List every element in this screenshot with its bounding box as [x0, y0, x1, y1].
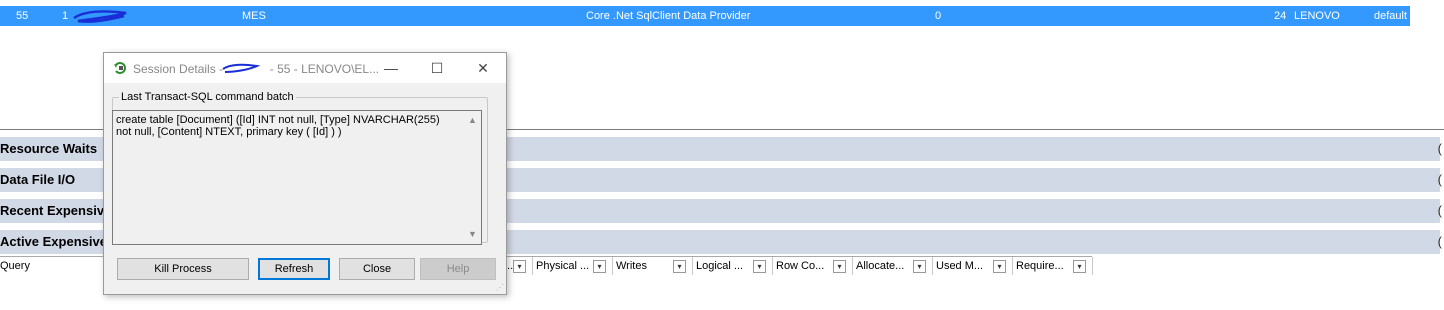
application-cell: Core .Net SqlClient Data Provider: [586, 10, 750, 22]
dialog-titlebar[interactable]: Session Details - - 55 - LENOVO\EL... — …: [104, 53, 506, 83]
resize-grip-icon[interactable]: ⋰: [496, 283, 504, 292]
expand-toggle-icon[interactable]: (: [1438, 141, 1442, 156]
filter-dropdown-icon[interactable]: ▾: [673, 260, 686, 273]
sql-text-box[interactable]: create table [Document] ([Id] INT not nu…: [112, 110, 482, 245]
filter-dropdown-icon[interactable]: ▾: [513, 260, 526, 273]
redacted-title-scribble: [222, 61, 260, 75]
refresh-button[interactable]: Refresh: [258, 258, 330, 280]
close-button[interactable]: Close: [339, 258, 415, 280]
host-prefix-cell: 24: [1274, 10, 1286, 22]
value-cell: 0: [935, 10, 941, 22]
redacted-login-scribble: [72, 7, 132, 25]
scroll-down-icon[interactable]: ▼: [468, 229, 477, 239]
column-header-required[interactable]: Require... ▾: [1012, 257, 1093, 275]
sql-vertical-scrollbar[interactable]: ▲ ▼: [464, 111, 481, 244]
session-details-app-icon: [113, 61, 127, 75]
filter-dropdown-icon[interactable]: ▾: [913, 260, 926, 273]
help-button[interactable]: Help: [420, 258, 496, 280]
sql-text: create table [Document] ([Id] INT not nu…: [116, 114, 456, 138]
host-cell: LENOVO: [1294, 10, 1340, 22]
sql-batch-label: Last Transact-SQL command batch: [119, 91, 296, 103]
section-title: Resource Waits: [0, 141, 97, 156]
expand-toggle-icon[interactable]: (: [1438, 234, 1442, 249]
selected-process-row[interactable]: 55 1 MES Core .Net SqlClient Data Provid…: [0, 6, 1410, 26]
filter-dropdown-icon[interactable]: ▾: [993, 260, 1006, 273]
workload-group-cell: default: [1374, 10, 1407, 22]
filter-dropdown-icon[interactable]: ▾: [833, 260, 846, 273]
process-col2-cell: 1: [62, 10, 68, 22]
expand-toggle-icon[interactable]: (: [1438, 203, 1442, 218]
column-header-writes[interactable]: Writes ▾: [612, 257, 693, 275]
session-id-cell: 55: [16, 10, 28, 22]
column-header-logical[interactable]: Logical ... ▾: [692, 257, 773, 275]
filter-dropdown-icon[interactable]: ▾: [753, 260, 766, 273]
maximize-button[interactable]: ☐: [414, 53, 460, 83]
expand-toggle-icon[interactable]: (: [1438, 172, 1442, 187]
filter-dropdown-icon[interactable]: ▾: [593, 260, 606, 273]
minimize-button[interactable]: —: [368, 53, 414, 83]
kill-process-button[interactable]: Kill Process: [117, 258, 249, 280]
section-title: Data File I/O: [0, 172, 75, 187]
column-header-allocated[interactable]: Allocate... ▾: [852, 257, 933, 275]
column-header-row-count[interactable]: Row Co... ▾: [772, 257, 853, 275]
database-cell: MES: [242, 10, 266, 22]
session-details-dialog: Session Details - - 55 - LENOVO\EL... — …: [103, 52, 507, 295]
filter-dropdown-icon[interactable]: ▾: [1073, 260, 1086, 273]
close-window-button[interactable]: ✕: [460, 53, 506, 83]
column-header-used-memory[interactable]: Used M... ▾: [932, 257, 1013, 275]
scroll-up-icon[interactable]: ▲: [468, 115, 477, 125]
column-header-physical[interactable]: Physical ... ▾: [532, 257, 613, 275]
